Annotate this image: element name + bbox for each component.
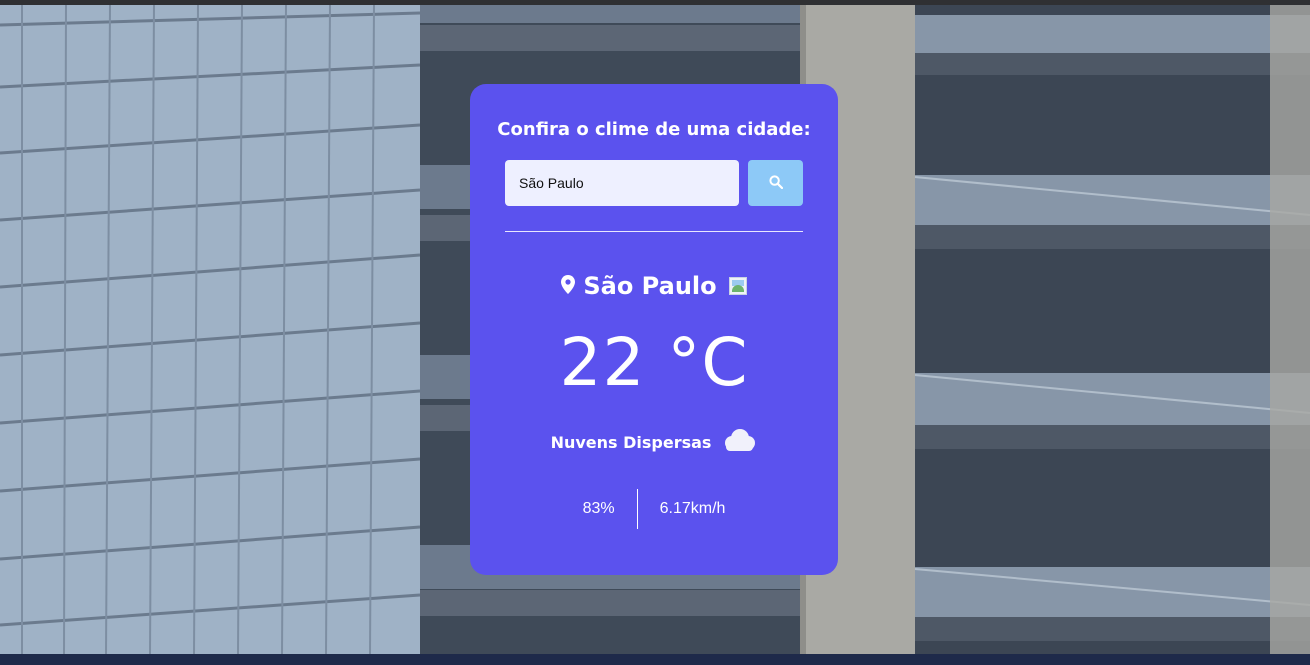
- city-search-input[interactable]: [505, 160, 739, 206]
- description-row: Nuvens Dispersas: [470, 428, 838, 456]
- wind-speed-value: 6.17km/h: [659, 500, 726, 517]
- map-pin-icon: [561, 274, 576, 298]
- humidity-value: 83%: [582, 500, 615, 517]
- broken-image-icon: [728, 277, 747, 295]
- temperature-value: 22 °C: [559, 324, 749, 401]
- city-name: São Paulo: [583, 272, 717, 300]
- stats-row: 83% 6.17km/h: [470, 489, 838, 529]
- divider: [505, 231, 803, 232]
- weather-card: Confira o clime de uma cidade: São Paulo…: [470, 84, 838, 575]
- cloud-icon: [721, 428, 757, 456]
- taskbar-strip: [0, 654, 1310, 665]
- location-row: São Paulo: [470, 270, 838, 302]
- card-title: Confira o clime de uma cidade:: [497, 119, 811, 140]
- search-icon: [768, 174, 783, 192]
- weather-description: Nuvens Dispersas: [550, 432, 712, 452]
- search-button[interactable]: [748, 160, 803, 206]
